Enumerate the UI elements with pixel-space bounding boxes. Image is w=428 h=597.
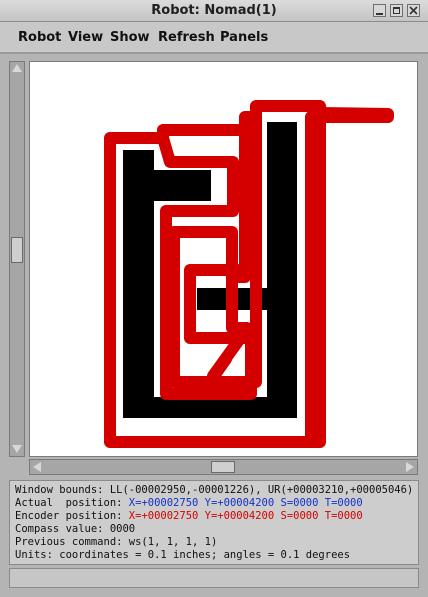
menu-robot[interactable]: Robot [18,30,61,45]
previous-command-text: Previous command: ws(1, 1, 1, 1) [15,536,218,548]
obstacle-right-wall [267,122,297,418]
menu-panels[interactable]: Panels [220,30,268,45]
scroll-left-icon[interactable] [33,462,41,472]
vertical-scrollbar[interactable] [9,61,25,457]
close-icon[interactable] [407,4,420,17]
menu-bar: Robot View Show Refresh Panels [0,22,428,54]
info-panel: Window bounds: LL(-00002950,-00001226), … [9,480,419,565]
horizontal-scroll-thumb[interactable] [211,461,235,473]
menu-refresh[interactable]: Refresh [158,30,215,45]
encoder-position-label: Encoder position: [15,510,129,522]
status-bar [9,568,419,588]
units-text: Units: coordinates = 0.1 inches; angles … [15,549,351,561]
vertical-scroll-thumb[interactable] [11,237,23,263]
scroll-down-icon[interactable] [12,445,22,453]
menu-show[interactable]: Show [110,30,150,45]
maximize-icon[interactable] [390,4,403,17]
title-bar[interactable]: Robot: Nomad(1) [0,0,428,22]
window-bounds-text: Window bounds: LL(-00002950,-00001226), … [15,484,414,496]
robot-position-marker [208,353,232,382]
obstacle-bottom-wall [123,397,297,418]
robot-map [104,100,394,448]
minimize-icon[interactable] [373,4,386,17]
encoder-position-value: X=+00002750 Y=+00004200 S=0000 T=0000 [128,510,363,522]
window-title: Robot: Nomad(1) [151,3,277,18]
robot-map-canvas[interactable] [29,61,418,457]
obstacle-upper-bar [123,170,211,201]
actual-position-label: Actual position: [15,497,129,509]
horizontal-scrollbar[interactable] [29,459,418,475]
scroll-right-icon[interactable] [406,462,414,472]
compass-value-text: Compass value: 0000 [15,523,136,535]
actual-position-value: X=+00002750 Y=+00004200 S=0000 T=0000 [128,497,363,509]
scroll-up-icon[interactable] [12,64,22,72]
actual-position-line: Actual position: X=+00002750 Y=+00004200… [15,497,418,510]
menu-view[interactable]: View [68,30,103,45]
encoder-position-line: Encoder position: X=+00002750 Y=+0000420… [15,510,418,523]
